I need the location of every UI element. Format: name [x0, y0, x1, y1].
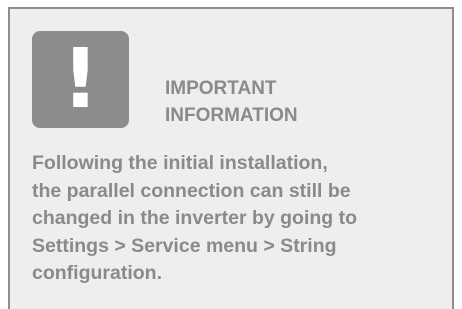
important-information-box: ! IMPORTANT INFORMATION Following the in…: [8, 7, 454, 309]
exclamation-icon: !: [32, 31, 129, 128]
notice-body-text: Following the initial installation, the …: [32, 152, 358, 284]
notice-title: IMPORTANT INFORMATION: [165, 78, 298, 126]
